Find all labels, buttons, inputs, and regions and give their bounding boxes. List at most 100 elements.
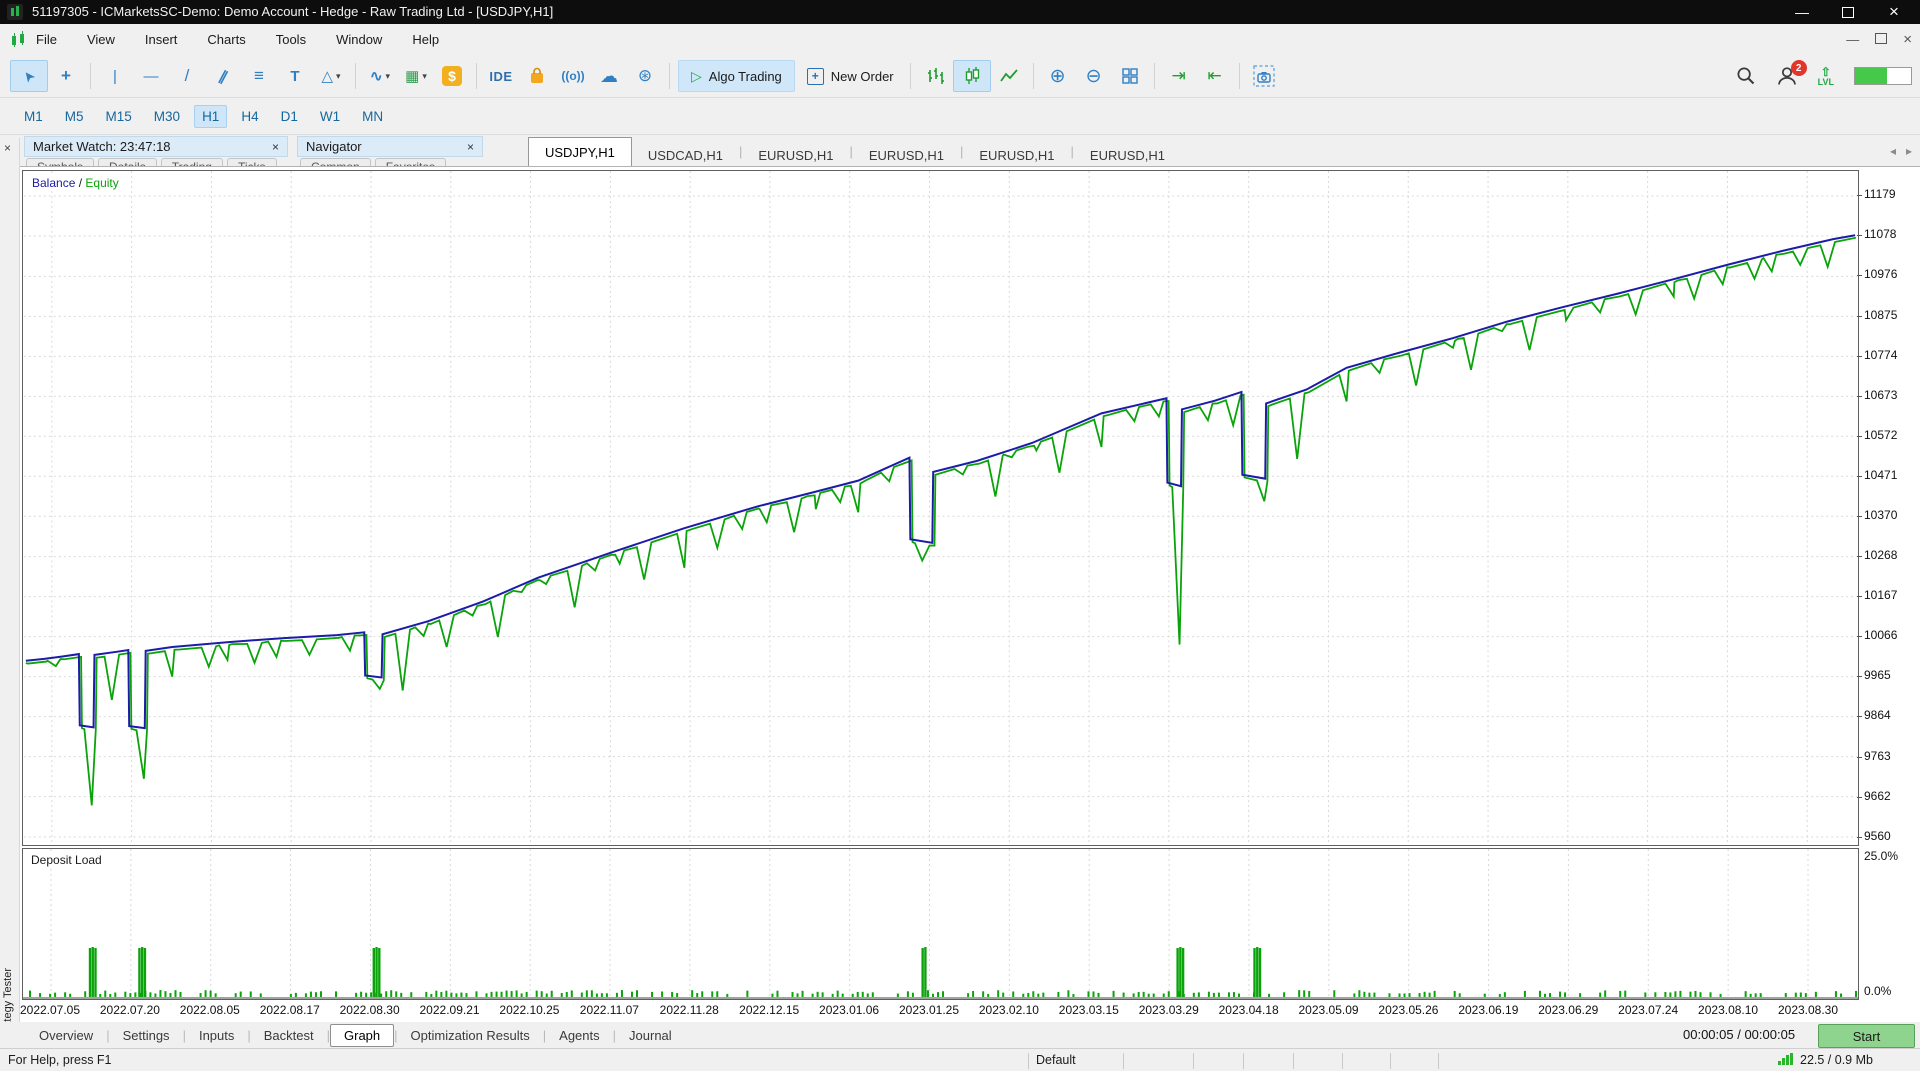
timeframe-m5[interactable]: M5: [57, 105, 92, 128]
zoom-in-button[interactable]: ⊕: [1040, 61, 1076, 91]
y-axis-tick: [1857, 556, 1862, 557]
currency-button[interactable]: $: [434, 61, 470, 91]
signals-button[interactable]: ((o)): [555, 61, 591, 91]
vertical-line-tool-button[interactable]: |: [97, 61, 133, 91]
tester-tab-graph[interactable]: Graph: [330, 1024, 394, 1047]
y-axis-label: 10066: [1864, 628, 1897, 642]
y-axis-tick: [1857, 716, 1862, 717]
lvl-indicator[interactable]: ⇧ LVL: [1818, 66, 1834, 87]
tile-windows-button[interactable]: [1112, 61, 1148, 91]
navigator-close-icon[interactable]: ×: [467, 140, 474, 154]
timeframe-mn[interactable]: MN: [354, 105, 391, 128]
chart-tab-eurusd-h1-3[interactable]: EURUSD,H1: [853, 143, 960, 167]
shapes-tool-button[interactable]: △▾: [313, 61, 349, 91]
menu-help[interactable]: Help: [412, 32, 439, 47]
timeframe-m30[interactable]: M30: [146, 105, 188, 128]
dropdown-icon: ▾: [422, 71, 427, 82]
deposit-load-chart[interactable]: [22, 848, 1859, 1000]
minimize-button[interactable]: —: [1779, 0, 1825, 24]
market-button[interactable]: [519, 61, 555, 91]
x-axis-label: 2023.03.15: [1049, 1003, 1129, 1017]
timeframe-h4[interactable]: H4: [233, 105, 266, 128]
timeframe-m15[interactable]: M15: [98, 105, 140, 128]
timeframe-h1[interactable]: H1: [194, 105, 227, 128]
channel-tool-button[interactable]: ∥: [205, 61, 241, 91]
bar-chart-mode-button[interactable]: [917, 61, 953, 91]
tester-tab-settings[interactable]: Settings: [110, 1025, 183, 1046]
tester-close-icon[interactable]: ×: [4, 141, 11, 155]
y-axis-label: 10572: [1864, 428, 1897, 442]
balance-equity-chart[interactable]: [22, 170, 1859, 846]
indicators-button[interactable]: ∿▾: [362, 61, 398, 91]
restore-button[interactable]: [1825, 0, 1871, 24]
vertical-line-icon: |: [113, 68, 117, 85]
new-order-label: New Order: [831, 69, 894, 84]
community-button[interactable]: ⊛: [627, 61, 663, 91]
status-separator: [1243, 1053, 1244, 1069]
menu-file[interactable]: File: [36, 32, 57, 47]
x-axis-label: 2023.06.29: [1528, 1003, 1608, 1017]
screenshot-button[interactable]: [1246, 61, 1282, 91]
candlestick-mode-button[interactable]: [953, 60, 991, 92]
ide-button[interactable]: IDE: [483, 61, 519, 91]
tester-tab-agents[interactable]: Agents: [546, 1025, 612, 1046]
chart-tab-eurusd-h1-2[interactable]: EURUSD,H1: [742, 143, 849, 167]
menu-window[interactable]: Window: [336, 32, 382, 47]
horizontal-line-tool-button[interactable]: —: [133, 61, 169, 91]
timeframe-m1[interactable]: M1: [16, 105, 51, 128]
chart-tab-eurusd-h1-4[interactable]: EURUSD,H1: [963, 143, 1070, 167]
menu-insert[interactable]: Insert: [145, 32, 178, 47]
y-axis-tick: [1857, 356, 1862, 357]
scroll-left-icon[interactable]: ◂: [1890, 144, 1896, 158]
mdi-close-icon[interactable]: ×: [1903, 31, 1912, 48]
trendline-tool-button[interactable]: /: [169, 61, 205, 91]
start-button[interactable]: Start: [1818, 1024, 1915, 1048]
tester-tab-backtest[interactable]: Backtest: [251, 1025, 327, 1046]
mdi-minimize-icon[interactable]: —: [1846, 32, 1859, 47]
chart-template-button[interactable]: ▦▾: [398, 61, 434, 91]
market-watch-close-icon[interactable]: ×: [272, 140, 279, 154]
close-button[interactable]: ×: [1871, 0, 1917, 24]
new-order-button[interactable]: + New Order: [797, 61, 904, 91]
market-watch-header[interactable]: Market Watch: 23:47:18 ×: [24, 136, 288, 157]
x-axis-label: 2023.05.09: [1289, 1003, 1369, 1017]
timeframe-d1[interactable]: D1: [273, 105, 306, 128]
menu-view[interactable]: View: [87, 32, 115, 47]
lvl-label: LVL: [1818, 78, 1834, 87]
equidistant-tool-button[interactable]: ≡: [241, 61, 277, 91]
mdi-restore-icon[interactable]: [1875, 32, 1887, 47]
user-account-button[interactable]: 2: [1776, 65, 1798, 87]
menu-tools[interactable]: Tools: [276, 32, 306, 47]
cloud-button[interactable]: ☁: [591, 61, 627, 91]
shift-right-icon: ⇥: [1172, 66, 1186, 86]
y-axis-tick: [1857, 797, 1862, 798]
chart-tab-usdcad-h1-1[interactable]: USDCAD,H1: [632, 143, 739, 167]
x-axis-label: 2023.02.10: [969, 1003, 1049, 1017]
tester-tab-overview[interactable]: Overview: [26, 1025, 106, 1046]
zoom-out-button[interactable]: ⊖: [1076, 61, 1112, 91]
x-axis-label: 2022.09.21: [410, 1003, 490, 1017]
y-axis-tick: [1857, 636, 1862, 637]
navigator-header[interactable]: Navigator ×: [297, 136, 483, 157]
tester-tab-optimization-results[interactable]: Optimization Results: [398, 1025, 543, 1046]
main-toolbar: ➤ + | — / ∥ ≡ T △▾ ∿▾ ▦▾ $ IDE ((o)) ☁ ⊛…: [0, 55, 1920, 98]
scroll-right-icon[interactable]: ▸: [1906, 144, 1912, 158]
chart-tab-eurusd-h1-5[interactable]: EURUSD,H1: [1074, 143, 1181, 167]
status-separator: [1293, 1053, 1294, 1069]
play-icon: ▷: [691, 68, 702, 85]
algo-trading-button[interactable]: ▷ Algo Trading: [678, 60, 795, 92]
tester-tab-inputs[interactable]: Inputs: [186, 1025, 247, 1046]
menu-charts[interactable]: Charts: [207, 32, 245, 47]
timeframe-w1[interactable]: W1: [312, 105, 348, 128]
cursor-tool-button[interactable]: ➤: [10, 60, 48, 92]
shift-end-left-button[interactable]: ⇤: [1197, 61, 1233, 91]
text-tool-button[interactable]: T: [277, 61, 313, 91]
line-chart-mode-button[interactable]: [991, 61, 1027, 91]
search-icon[interactable]: [1736, 66, 1756, 86]
chart-tab-usdjpy-h1-0[interactable]: USDJPY,H1: [528, 137, 632, 167]
shift-end-right-button[interactable]: ⇥: [1161, 61, 1197, 91]
tester-tab-journal[interactable]: Journal: [616, 1025, 685, 1046]
crosshair-tool-button[interactable]: +: [48, 61, 84, 91]
y-axis-label: 10167: [1864, 588, 1897, 602]
y-axis-label: 9763: [1864, 749, 1891, 763]
